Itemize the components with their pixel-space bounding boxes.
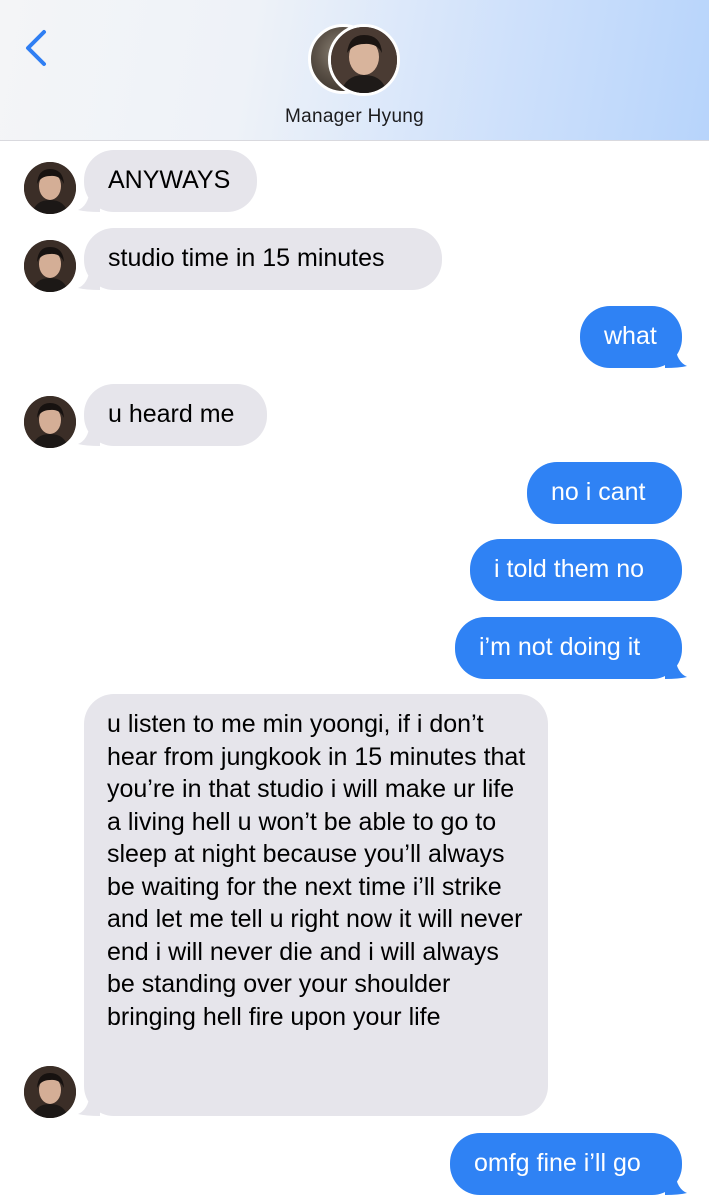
message-bubble-incoming[interactable]: u heard me xyxy=(84,384,267,446)
message-bubble-outgoing[interactable]: what xyxy=(580,306,682,368)
contact-avatar xyxy=(328,24,400,96)
message-bubble-outgoing[interactable]: omfg fine i’ll go xyxy=(450,1133,682,1195)
message-bubble-incoming[interactable]: u listen to me min yoongi, if i don’t he… xyxy=(84,694,548,1116)
message-bubble-incoming[interactable]: studio time in 15 minutes xyxy=(84,228,442,290)
message-bubble-outgoing[interactable]: no i cant xyxy=(527,462,682,524)
sender-avatar[interactable] xyxy=(24,396,76,448)
message-bubble-outgoing[interactable]: i’m not doing it xyxy=(455,617,682,679)
message-bubble-incoming[interactable]: ANYWAYS xyxy=(84,150,257,212)
contact-name[interactable]: Manager Hyung xyxy=(0,106,709,128)
contact-avatar-group[interactable] xyxy=(306,24,402,98)
sender-avatar[interactable] xyxy=(24,1066,76,1118)
message-bubble-outgoing[interactable]: i told them no xyxy=(470,539,682,601)
sender-avatar[interactable] xyxy=(24,162,76,214)
chevron-left-icon xyxy=(26,30,46,66)
conversation-header: Manager Hyung xyxy=(0,0,709,141)
sender-avatar[interactable] xyxy=(24,240,76,292)
back-button[interactable] xyxy=(20,28,56,68)
